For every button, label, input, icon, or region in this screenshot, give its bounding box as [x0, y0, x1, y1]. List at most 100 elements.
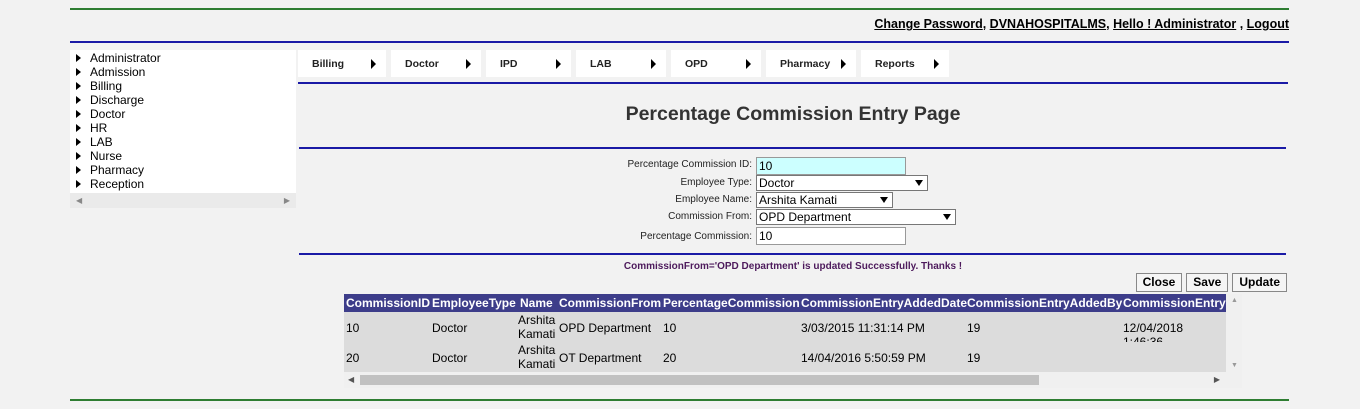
expand-arrow-icon [76, 124, 81, 132]
scroll-up-icon[interactable]: ▲ [1231, 297, 1238, 304]
left-menu-item-hr[interactable]: HR [70, 121, 296, 135]
percentage-row: Percentage Commission: 10 [298, 227, 1288, 245]
cell-name: Arshita Kamati [518, 343, 556, 371]
expand-arrow-icon [76, 96, 81, 104]
bottom-green-rule [70, 399, 1289, 401]
status-message: CommissionFrom='OPD Department' is updat… [623, 261, 963, 272]
col-header-employee-type[interactable]: EmployeeType [432, 296, 516, 310]
left-menu-item-admission[interactable]: Admission [70, 65, 296, 79]
cell-commission-from: OT Department [559, 351, 642, 365]
col-header-percentage[interactable]: PercentageCommission [663, 296, 800, 310]
percentage-input[interactable]: 10 [756, 227, 906, 245]
cell-added-by: 19 [967, 351, 981, 365]
nav-tab-pharmacy[interactable]: Pharmacy [766, 50, 856, 77]
nav-tab-billing[interactable]: Billing [298, 50, 386, 77]
col-header-commission-from[interactable]: CommissionFrom [559, 296, 661, 310]
left-menu-item-nurse[interactable]: Nurse [70, 149, 296, 163]
greeting-link[interactable]: Hello ! Administrator [1113, 17, 1236, 31]
form-top-rule [299, 147, 1286, 149]
nav-tab-lab[interactable]: LAB [576, 50, 666, 77]
cell-percentage: 10 [663, 321, 677, 335]
hospital-link[interactable]: DVNAHOSPITALMS [990, 17, 1106, 31]
cell-added-date: 3/03/2015 11:31:14 PM [801, 321, 925, 335]
left-menu-item-discharge[interactable]: Discharge [70, 93, 296, 107]
left-menu-item-doctor[interactable]: Doctor [70, 107, 296, 121]
expand-arrow-icon [76, 180, 81, 188]
col-header-added-by[interactable]: CommissionEntryAddedBy [967, 296, 1122, 310]
scroll-right-icon[interactable]: ▶ [1214, 375, 1220, 384]
commission-id-input[interactable]: 10 [756, 157, 906, 175]
expand-arrow-icon [76, 110, 81, 118]
employee-type-select[interactable]: Doctor [756, 175, 928, 191]
percentage-label: Percentage Commission: [640, 231, 752, 242]
employee-name-select[interactable]: Arshita Kamati [756, 192, 893, 208]
page-title: Percentage Commission Entry Page [625, 103, 961, 125]
table-row[interactable]: 20 Doctor Arshita Kamati OT Department 20… [344, 342, 1226, 372]
close-button[interactable]: Close [1135, 273, 1183, 292]
commission-grid: CommissionID EmployeeType Name Commissio… [344, 294, 1242, 388]
employee-type-label: Employee Type: [680, 177, 752, 188]
employee-type-row: Employee Type: Doctor [298, 175, 1288, 193]
nav-tab-opd[interactable]: OPD [671, 50, 761, 77]
grid-horizontal-scrollbar[interactable]: ◀ ▶ [344, 372, 1242, 388]
dropdown-arrow-icon [943, 214, 951, 220]
cell-commission-id: 20 [346, 351, 360, 365]
top-nav: Billing Doctor IPD LAB OPD Pharmacy Repo… [298, 50, 949, 77]
scrollbar-thumb[interactable] [360, 375, 1039, 385]
employee-name-label: Employee Name: [675, 194, 752, 205]
change-password-link[interactable]: Change Password [874, 17, 982, 31]
expand-arrow-icon [76, 152, 81, 160]
submenu-arrow-icon [934, 58, 939, 69]
col-header-commission-id[interactable]: CommissionID [346, 296, 430, 310]
cell-added-by: 19 [967, 321, 981, 335]
expand-arrow-icon [76, 138, 81, 146]
nav-tab-ipd[interactable]: IPD [486, 50, 571, 77]
logout-link[interactable]: Logout [1247, 17, 1289, 31]
expand-arrow-icon [76, 166, 81, 174]
cell-added-date: 14/04/2016 5:50:59 PM [801, 351, 926, 365]
commission-from-label: Commission From: [668, 211, 752, 222]
nav-blue-rule [298, 82, 1288, 84]
cell-name: Arshita Kamati [518, 313, 556, 341]
left-menu-item-reception[interactable]: Reception [70, 177, 296, 191]
col-header-name[interactable]: Name [520, 296, 553, 310]
expand-arrow-icon [76, 54, 81, 62]
col-header-updated[interactable]: CommissionEntryU [1123, 296, 1234, 310]
scroll-down-icon[interactable]: ▼ [1231, 362, 1238, 369]
left-menu-scrollbar[interactable]: ◀ ▶ [70, 193, 296, 208]
submenu-arrow-icon [841, 58, 846, 69]
nav-tab-reports[interactable]: Reports [861, 50, 949, 77]
grid-vertical-scrollbar[interactable]: ▲ ▼ [1226, 294, 1242, 372]
dropdown-arrow-icon [880, 197, 888, 203]
action-buttons: Close Save Update [1135, 273, 1287, 292]
save-button[interactable]: Save [1186, 273, 1229, 292]
col-header-added-date[interactable]: CommissionEntryAddedDate [801, 296, 967, 310]
table-row[interactable]: 10 Doctor Arshita Kamati OPD Department 1… [344, 312, 1226, 349]
left-menu: Administrator Admission Billing Discharg… [70, 50, 296, 193]
cell-commission-from: OPD Department [559, 321, 652, 335]
commission-from-row: Commission From: OPD Department [298, 209, 1288, 227]
scroll-right-icon[interactable]: ▶ [284, 196, 290, 205]
scroll-left-icon[interactable]: ◀ [348, 375, 354, 384]
left-menu-item-billing[interactable]: Billing [70, 79, 296, 93]
submenu-arrow-icon [556, 58, 561, 69]
scroll-left-icon[interactable]: ◀ [76, 196, 82, 205]
left-menu-item-pharmacy[interactable]: Pharmacy [70, 163, 296, 177]
submenu-arrow-icon [651, 58, 656, 69]
expand-arrow-icon [76, 68, 81, 76]
nav-tab-doctor[interactable]: Doctor [391, 50, 481, 77]
app-root: Change Password, DVNAHOSPITALMS, Hello !… [0, 0, 1360, 409]
submenu-arrow-icon [371, 58, 376, 69]
update-button[interactable]: Update [1232, 273, 1287, 292]
cell-employee-type: Doctor [432, 321, 468, 335]
commission-from-select[interactable]: OPD Department [756, 209, 956, 225]
left-menu-item-administrator[interactable]: Administrator [70, 51, 296, 65]
left-menu-item-lab[interactable]: LAB [70, 135, 296, 149]
employee-name-row: Employee Name: Arshita Kamati [298, 192, 1288, 210]
expand-arrow-icon [76, 82, 81, 90]
header-blue-rule [70, 41, 1289, 43]
submenu-arrow-icon [466, 58, 471, 69]
grid-header: CommissionID EmployeeType Name Commissio… [344, 294, 1234, 312]
cell-commission-id: 10 [346, 321, 360, 335]
cell-percentage: 20 [663, 351, 677, 365]
